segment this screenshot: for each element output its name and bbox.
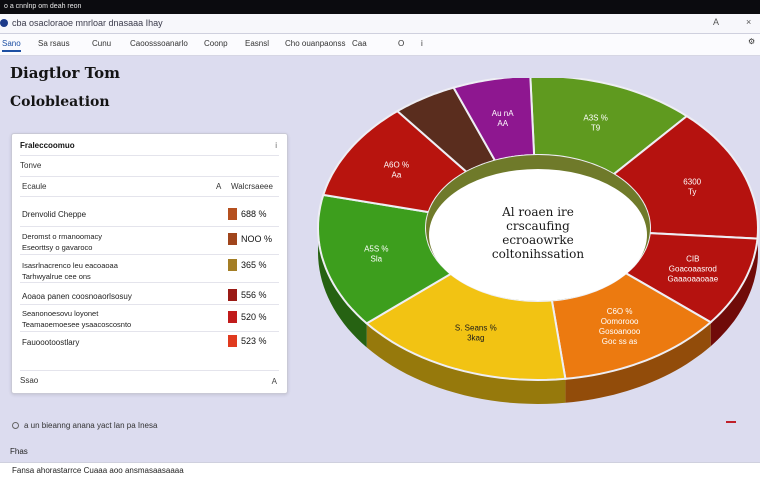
toolbar-item-6[interactable]: Easnsl	[245, 39, 269, 48]
toolbar: Sano Sa rsaus Cunu Caoosssoanarlo Coonp …	[0, 34, 760, 56]
column-header-value[interactable]: Walcrsaeee	[231, 182, 273, 191]
page-subtitle: Colobleation	[10, 94, 110, 110]
legend-row-label: Aoaoa panen coosnoaorlsosuy	[22, 292, 132, 301]
legend-row-value: 365 %	[241, 260, 267, 270]
toolbar-item-7[interactable]: Cho ouanpaonss	[285, 39, 346, 48]
divider	[20, 282, 279, 283]
column-header-name[interactable]: Ecaule	[22, 182, 46, 191]
legend-row-label: Drenvolid Cheppe	[22, 210, 87, 219]
toolbar-item-4[interactable]: Caoosssoanarlo	[130, 39, 188, 48]
legend-row-value: 520 %	[241, 312, 267, 322]
toolbar-item-home[interactable]: Sano	[2, 39, 21, 52]
panel-info-icon[interactable]: i	[275, 141, 277, 150]
window-title: o a cnnlnp om deah reon	[4, 3, 82, 10]
legend-row-value: 688 %	[241, 209, 267, 219]
divider	[20, 176, 279, 177]
radio-button[interactable]	[12, 422, 19, 430]
donut-center-text: Al roaen ire crscaufing ecroaowrke coltonih…	[492, 205, 584, 261]
legend-swatch	[228, 259, 237, 271]
legend-row-label: Isasrlnacrenco leu eacoaoaa Tarhwyalrue …	[22, 261, 118, 281]
filter-dropdown[interactable]: Tonve	[20, 161, 41, 170]
hint-option[interactable]: a un bieanng anana yact lan pa Inesa	[12, 421, 157, 430]
column-sort-icon[interactable]: A	[216, 182, 221, 191]
legend-swatch	[228, 311, 237, 323]
legend-row-label: Seanonoesovu loyonet Teamaoemoesee ysaac…	[22, 309, 132, 329]
divider	[20, 254, 279, 255]
legend-row-value: 523 %	[241, 336, 267, 346]
divider	[20, 226, 279, 227]
divider	[20, 370, 279, 371]
toolbar-item-8[interactable]: Caa	[352, 39, 367, 48]
status-indicator	[726, 421, 736, 423]
divider	[20, 196, 279, 197]
legend-swatch	[228, 233, 237, 245]
page-title: Diagtlor Tom	[10, 64, 120, 82]
status-text: Fansa ahorastarrce Cuaaa aoo ansmasaasaa…	[12, 466, 184, 475]
legend-row-value: 556 %	[241, 290, 267, 300]
legend-swatch	[228, 335, 237, 347]
close-icon[interactable]: ×	[746, 17, 751, 27]
window-title-bar: o a cnnlnp om deah reon	[0, 0, 760, 14]
status-bar: Fansa ahorastarrce Cuaaa aoo ansmasaasaa…	[0, 462, 760, 480]
user-icon[interactable]: A	[713, 17, 719, 27]
toolbar-item-2[interactable]: Sa rsaus	[38, 39, 70, 48]
tab-bar: cba osacloraoe mnrloar dnasaaa Ihay A ×	[0, 14, 760, 34]
legend-row-value: NOO %	[241, 234, 273, 244]
collapse-icon[interactable]: A	[272, 377, 277, 386]
legend-row-label: Fauoootoostlary	[22, 338, 80, 347]
divider	[20, 331, 279, 332]
legend-swatch	[228, 208, 237, 220]
legend-row-label: Deromst o rmanoomacy Eseorttsy o gavaroc…	[22, 232, 103, 252]
donut-chart[interactable]: A3S % T96300 TyCIB Goacoaasrod GaaaoaaoaaeC6…	[312, 78, 760, 418]
settings-gear-icon[interactable]: ⚙	[748, 37, 755, 46]
panel-footer-label: Ssao	[20, 376, 39, 385]
divider	[20, 304, 279, 305]
panel-header: Fraleccoomuo	[20, 141, 75, 150]
toolbar-item-5[interactable]: Coonp	[204, 39, 228, 48]
divider	[20, 155, 279, 156]
legend-panel: Fraleccoomuo i Tonve Ecaule A Walcrsaeee…	[11, 133, 288, 394]
toolbar-item-3[interactable]: Cunu	[92, 39, 111, 48]
info-icon[interactable]: i	[421, 39, 423, 48]
footer-label: Fhas	[10, 447, 28, 456]
tab-title[interactable]: cba osacloraoe mnrloar dnasaaa Ihay	[12, 18, 163, 28]
refresh-icon[interactable]: O	[398, 39, 404, 48]
app-icon	[0, 19, 8, 27]
legend-swatch	[228, 289, 237, 301]
hint-text: a un bieanng anana yact lan pa Inesa	[24, 421, 158, 430]
